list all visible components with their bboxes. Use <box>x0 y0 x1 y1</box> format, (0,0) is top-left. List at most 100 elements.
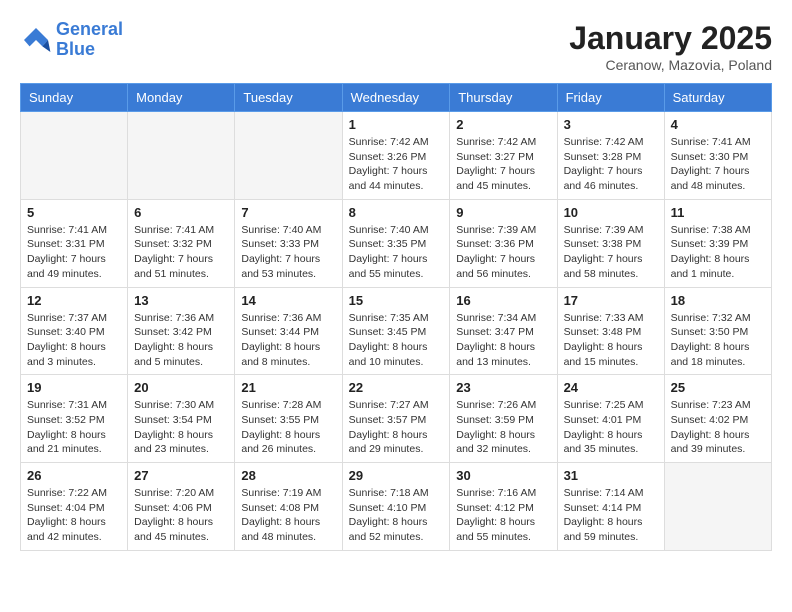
weekday-header-saturday: Saturday <box>664 84 771 112</box>
day-number: 17 <box>564 293 658 308</box>
calendar-header-row: SundayMondayTuesdayWednesdayThursdayFrid… <box>21 84 772 112</box>
day-info: Sunrise: 7:33 AM Sunset: 3:48 PM Dayligh… <box>564 311 658 370</box>
calendar-cell: 23 Sunrise: 7:26 AM Sunset: 3:59 PM Dayli… <box>450 375 557 463</box>
calendar-cell: 27Sunrise: 7:20 AM Sunset: 4:06 PM Dayli… <box>128 463 235 551</box>
day-number: 25 <box>671 380 765 395</box>
day-number: 10 <box>564 205 658 220</box>
day-number: 13 <box>134 293 228 308</box>
calendar-cell: 8 Sunrise: 7:40 AM Sunset: 3:35 PM Daylig… <box>342 199 450 287</box>
calendar-cell: 16 Sunrise: 7:34 AM Sunset: 3:47 PM Dayli… <box>450 287 557 375</box>
calendar-cell: 28 Sunrise: 7:19 AM Sunset: 4:08 PM Dayli… <box>235 463 342 551</box>
day-info: Sunrise: 7:31 AM Sunset: 3:52 PM Dayligh… <box>27 398 121 457</box>
day-info: Sunrise: 7:20 AM Sunset: 4:06 PM Dayligh… <box>134 486 228 545</box>
day-info: Sunrise: 7:19 AM Sunset: 4:08 PM Dayligh… <box>241 486 335 545</box>
day-number: 19 <box>27 380 121 395</box>
day-number: 1 <box>349 117 444 132</box>
day-info: Sunrise: 7:41 AM Sunset: 3:31 PM Dayligh… <box>27 223 121 282</box>
day-info: Sunrise: 7:42 AM Sunset: 3:27 PM Dayligh… <box>456 135 550 194</box>
calendar-cell <box>664 463 771 551</box>
calendar-cell: 22 Sunrise: 7:27 AM Sunset: 3:57 PM Dayli… <box>342 375 450 463</box>
day-info: Sunrise: 7:42 AM Sunset: 3:26 PM Dayligh… <box>349 135 444 194</box>
calendar-cell: 26 Sunrise: 7:22 AM Sunset: 4:04 PM Dayli… <box>21 463 128 551</box>
weekday-header-wednesday: Wednesday <box>342 84 450 112</box>
day-number: 29 <box>349 468 444 483</box>
day-number: 3 <box>564 117 658 132</box>
day-number: 6 <box>134 205 228 220</box>
day-number: 4 <box>671 117 765 132</box>
day-number: 28 <box>241 468 335 483</box>
day-info: Sunrise: 7:36 AM Sunset: 3:42 PM Dayligh… <box>134 311 228 370</box>
day-number: 14 <box>241 293 335 308</box>
calendar-cell: 17 Sunrise: 7:33 AM Sunset: 3:48 PM Dayli… <box>557 287 664 375</box>
weekday-header-thursday: Thursday <box>450 84 557 112</box>
calendar-week-row: 26 Sunrise: 7:22 AM Sunset: 4:04 PM Dayli… <box>21 463 772 551</box>
weekday-header-friday: Friday <box>557 84 664 112</box>
day-number: 7 <box>241 205 335 220</box>
day-info: Sunrise: 7:40 AM Sunset: 3:33 PM Dayligh… <box>241 223 335 282</box>
calendar-cell: 14 Sunrise: 7:36 AM Sunset: 3:44 PM Dayli… <box>235 287 342 375</box>
calendar-cell: 29 Sunrise: 7:18 AM Sunset: 4:10 PM Dayli… <box>342 463 450 551</box>
calendar-cell: 5Sunrise: 7:41 AM Sunset: 3:31 PM Daylig… <box>21 199 128 287</box>
day-number: 8 <box>349 205 444 220</box>
day-info: Sunrise: 7:25 AM Sunset: 4:01 PM Dayligh… <box>564 398 658 457</box>
calendar-cell: 3 Sunrise: 7:42 AM Sunset: 3:28 PM Daylig… <box>557 112 664 200</box>
calendar-cell: 24 Sunrise: 7:25 AM Sunset: 4:01 PM Dayli… <box>557 375 664 463</box>
day-info: Sunrise: 7:26 AM Sunset: 3:59 PM Dayligh… <box>456 398 550 457</box>
weekday-header-monday: Monday <box>128 84 235 112</box>
calendar-cell: 2Sunrise: 7:42 AM Sunset: 3:27 PM Daylig… <box>450 112 557 200</box>
day-info: Sunrise: 7:38 AM Sunset: 3:39 PM Dayligh… <box>671 223 765 282</box>
calendar-week-row: 5Sunrise: 7:41 AM Sunset: 3:31 PM Daylig… <box>21 199 772 287</box>
day-info: Sunrise: 7:41 AM Sunset: 3:32 PM Dayligh… <box>134 223 228 282</box>
calendar-cell: 15Sunrise: 7:35 AM Sunset: 3:45 PM Dayli… <box>342 287 450 375</box>
page-header: General Blue January 2025 Ceranow, Mazov… <box>20 20 772 73</box>
calendar-cell: 7 Sunrise: 7:40 AM Sunset: 3:33 PM Daylig… <box>235 199 342 287</box>
day-info: Sunrise: 7:42 AM Sunset: 3:28 PM Dayligh… <box>564 135 658 194</box>
day-info: Sunrise: 7:41 AM Sunset: 3:30 PM Dayligh… <box>671 135 765 194</box>
calendar-cell: 13 Sunrise: 7:36 AM Sunset: 3:42 PM Dayli… <box>128 287 235 375</box>
calendar-table: SundayMondayTuesdayWednesdayThursdayFrid… <box>20 83 772 551</box>
calendar-cell <box>235 112 342 200</box>
day-info: Sunrise: 7:39 AM Sunset: 3:36 PM Dayligh… <box>456 223 550 282</box>
day-info: Sunrise: 7:22 AM Sunset: 4:04 PM Dayligh… <box>27 486 121 545</box>
weekday-header-tuesday: Tuesday <box>235 84 342 112</box>
day-number: 30 <box>456 468 550 483</box>
day-info: Sunrise: 7:34 AM Sunset: 3:47 PM Dayligh… <box>456 311 550 370</box>
logo-icon <box>20 24 52 56</box>
weekday-header-sunday: Sunday <box>21 84 128 112</box>
day-number: 21 <box>241 380 335 395</box>
title-block: January 2025 Ceranow, Mazovia, Poland <box>569 20 772 73</box>
calendar-cell <box>128 112 235 200</box>
day-number: 23 <box>456 380 550 395</box>
day-number: 16 <box>456 293 550 308</box>
day-info: Sunrise: 7:23 AM Sunset: 4:02 PM Dayligh… <box>671 398 765 457</box>
day-info: Sunrise: 7:36 AM Sunset: 3:44 PM Dayligh… <box>241 311 335 370</box>
calendar-week-row: 12Sunrise: 7:37 AM Sunset: 3:40 PM Dayli… <box>21 287 772 375</box>
day-info: Sunrise: 7:18 AM Sunset: 4:10 PM Dayligh… <box>349 486 444 545</box>
calendar-cell: 4 Sunrise: 7:41 AM Sunset: 3:30 PM Daylig… <box>664 112 771 200</box>
calendar-week-row: 1 Sunrise: 7:42 AM Sunset: 3:26 PM Daylig… <box>21 112 772 200</box>
day-info: Sunrise: 7:27 AM Sunset: 3:57 PM Dayligh… <box>349 398 444 457</box>
calendar-cell: 31Sunrise: 7:14 AM Sunset: 4:14 PM Dayli… <box>557 463 664 551</box>
calendar-cell: 19 Sunrise: 7:31 AM Sunset: 3:52 PM Dayli… <box>21 375 128 463</box>
calendar-cell: 12Sunrise: 7:37 AM Sunset: 3:40 PM Dayli… <box>21 287 128 375</box>
day-number: 12 <box>27 293 121 308</box>
calendar-cell: 10 Sunrise: 7:39 AM Sunset: 3:38 PM Dayli… <box>557 199 664 287</box>
day-number: 18 <box>671 293 765 308</box>
day-number: 11 <box>671 205 765 220</box>
calendar-cell: 20Sunrise: 7:30 AM Sunset: 3:54 PM Dayli… <box>128 375 235 463</box>
day-number: 26 <box>27 468 121 483</box>
calendar-week-row: 19 Sunrise: 7:31 AM Sunset: 3:52 PM Dayli… <box>21 375 772 463</box>
calendar-cell: 18Sunrise: 7:32 AM Sunset: 3:50 PM Dayli… <box>664 287 771 375</box>
logo-text: General Blue <box>56 20 123 60</box>
calendar-cell: 11 Sunrise: 7:38 AM Sunset: 3:39 PM Dayli… <box>664 199 771 287</box>
day-info: Sunrise: 7:35 AM Sunset: 3:45 PM Dayligh… <box>349 311 444 370</box>
calendar-cell: 21 Sunrise: 7:28 AM Sunset: 3:55 PM Dayli… <box>235 375 342 463</box>
calendar-cell: 9Sunrise: 7:39 AM Sunset: 3:36 PM Daylig… <box>450 199 557 287</box>
day-number: 22 <box>349 380 444 395</box>
calendar-cell <box>21 112 128 200</box>
day-info: Sunrise: 7:39 AM Sunset: 3:38 PM Dayligh… <box>564 223 658 282</box>
day-info: Sunrise: 7:16 AM Sunset: 4:12 PM Dayligh… <box>456 486 550 545</box>
day-info: Sunrise: 7:28 AM Sunset: 3:55 PM Dayligh… <box>241 398 335 457</box>
day-info: Sunrise: 7:40 AM Sunset: 3:35 PM Dayligh… <box>349 223 444 282</box>
day-number: 24 <box>564 380 658 395</box>
